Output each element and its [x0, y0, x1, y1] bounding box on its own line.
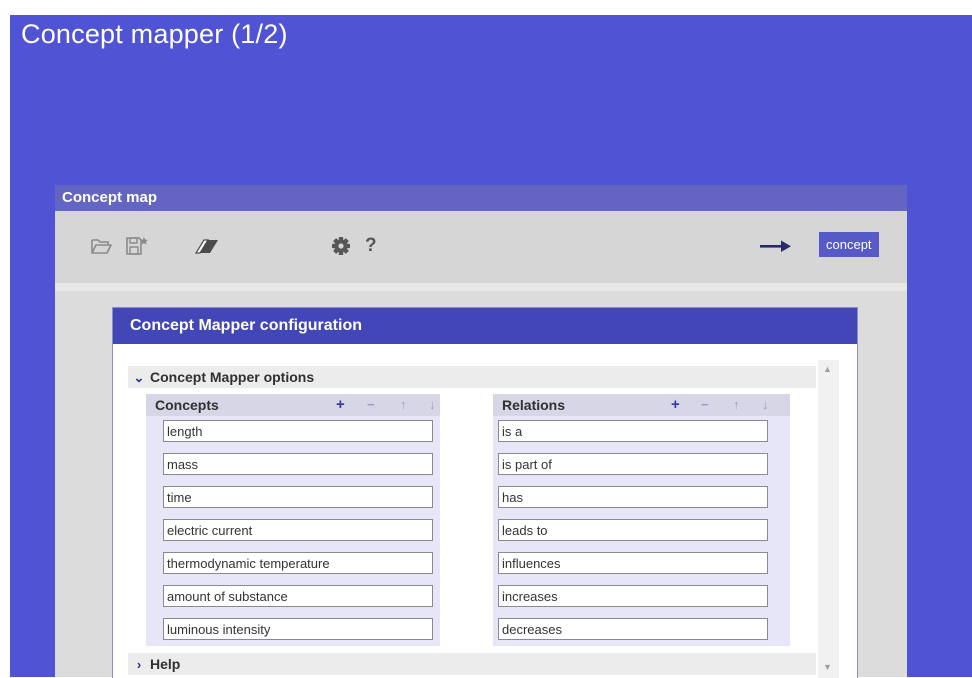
- relation-field[interactable]: [498, 618, 768, 640]
- configuration-dialog: Concept Mapper configuration ⌄ Concept Ma…: [112, 307, 858, 678]
- relations-header: Relations + − ↑ ↓: [493, 394, 790, 416]
- chevron-right-icon: ›: [136, 657, 142, 672]
- options-section-label: Concept Mapper options: [150, 369, 315, 385]
- concept-field[interactable]: [163, 453, 433, 475]
- help-section-header[interactable]: › Help: [128, 653, 816, 675]
- concept-field[interactable]: [163, 420, 433, 442]
- move-up-relation-button[interactable]: ↑: [733, 394, 740, 416]
- open-folder-icon[interactable]: [90, 236, 114, 256]
- concepts-header: Concepts + − ↑ ↓: [146, 394, 440, 416]
- add-concept-button[interactable]: +: [336, 394, 345, 416]
- help-section-label: Help: [150, 656, 181, 672]
- scroll-down-icon[interactable]: ▼: [823, 662, 832, 672]
- options-section-header[interactable]: ⌄ Concept Mapper options: [128, 366, 816, 388]
- concept-map-header: Concept map: [55, 185, 907, 211]
- move-up-concept-button[interactable]: ↑: [400, 394, 407, 416]
- concept-field[interactable]: [163, 618, 433, 640]
- concept-field[interactable]: [163, 486, 433, 508]
- relation-field[interactable]: [498, 486, 768, 508]
- dialog-title: Concept Mapper configuration: [113, 308, 857, 344]
- chevron-down-icon: ⌄: [133, 370, 145, 385]
- page-title: Concept mapper (1/2): [21, 19, 288, 49]
- gear-icon[interactable]: [331, 236, 355, 256]
- relation-field[interactable]: [498, 585, 768, 607]
- concept-chip[interactable]: concept: [819, 232, 879, 257]
- remove-relation-button[interactable]: −: [701, 394, 709, 416]
- relations-label: Relations: [502, 397, 566, 413]
- relation-field[interactable]: [498, 453, 768, 475]
- help-icon[interactable]: ?: [365, 236, 389, 256]
- scroll-up-icon[interactable]: ▲: [823, 364, 832, 374]
- relation-field[interactable]: [498, 552, 768, 574]
- save-icon[interactable]: [125, 236, 149, 256]
- concept-field[interactable]: [163, 585, 433, 607]
- remove-concept-button[interactable]: −: [367, 394, 375, 416]
- toolbar-divider: [55, 283, 907, 291]
- eraser-icon[interactable]: [195, 236, 219, 256]
- add-relation-button[interactable]: +: [671, 394, 680, 416]
- move-down-concept-button[interactable]: ↓: [429, 394, 436, 416]
- concepts-label: Concepts: [155, 397, 219, 413]
- relation-field[interactable]: [498, 420, 768, 442]
- relation-field[interactable]: [498, 519, 768, 541]
- vertical-scrollbar[interactable]: ▲ ▼: [818, 360, 839, 678]
- concept-field[interactable]: [163, 519, 433, 541]
- arrow-right-icon[interactable]: [759, 236, 793, 256]
- concept-field[interactable]: [163, 552, 433, 574]
- move-down-relation-button[interactable]: ↓: [762, 394, 769, 416]
